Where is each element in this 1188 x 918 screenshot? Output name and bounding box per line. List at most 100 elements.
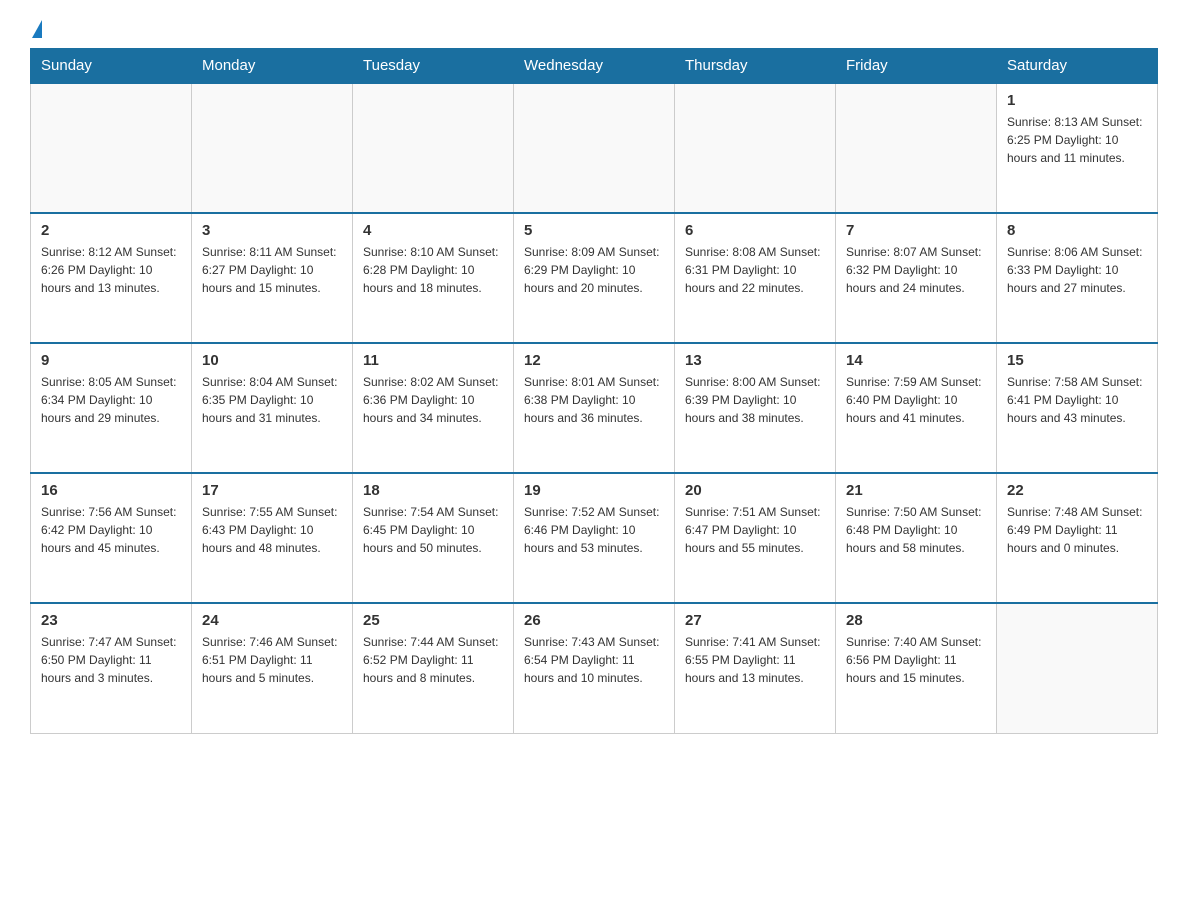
day-info: Sunrise: 8:09 AM Sunset: 6:29 PM Dayligh… bbox=[524, 243, 664, 297]
day-number: 23 bbox=[41, 612, 181, 629]
calendar-table: SundayMondayTuesdayWednesdayThursdayFrid… bbox=[30, 48, 1158, 734]
day-info: Sunrise: 8:07 AM Sunset: 6:32 PM Dayligh… bbox=[846, 243, 986, 297]
day-info: Sunrise: 7:52 AM Sunset: 6:46 PM Dayligh… bbox=[524, 503, 664, 557]
calendar-cell: 21 Sunrise: 7:50 AM Sunset: 6:48 PM Dayli… bbox=[836, 473, 997, 603]
day-info: Sunrise: 8:05 AM Sunset: 6:34 PM Dayligh… bbox=[41, 373, 181, 427]
week-row-4: 16 Sunrise: 7:56 AM Sunset: 6:42 PM Dayli… bbox=[31, 473, 1158, 603]
day-number: 17 bbox=[202, 482, 342, 499]
weekday-header-thursday: Thursday bbox=[675, 49, 836, 84]
day-number: 21 bbox=[846, 482, 986, 499]
day-number: 9 bbox=[41, 352, 181, 369]
week-row-1: 1 Sunrise: 8:13 AM Sunset: 6:25 PM Daylig… bbox=[31, 83, 1158, 213]
day-info: Sunrise: 7:46 AM Sunset: 6:51 PM Dayligh… bbox=[202, 633, 342, 687]
day-number: 26 bbox=[524, 612, 664, 629]
calendar-cell: 8 Sunrise: 8:06 AM Sunset: 6:33 PM Daylig… bbox=[997, 213, 1158, 343]
calendar-cell: 18 Sunrise: 7:54 AM Sunset: 6:45 PM Dayli… bbox=[353, 473, 514, 603]
weekday-header-tuesday: Tuesday bbox=[353, 49, 514, 84]
weekday-header-monday: Monday bbox=[192, 49, 353, 84]
calendar-cell: 9 Sunrise: 8:05 AM Sunset: 6:34 PM Daylig… bbox=[31, 343, 192, 473]
day-info: Sunrise: 7:56 AM Sunset: 6:42 PM Dayligh… bbox=[41, 503, 181, 557]
calendar-cell bbox=[675, 83, 836, 213]
day-number: 12 bbox=[524, 352, 664, 369]
day-info: Sunrise: 8:10 AM Sunset: 6:28 PM Dayligh… bbox=[363, 243, 503, 297]
day-info: Sunrise: 8:11 AM Sunset: 6:27 PM Dayligh… bbox=[202, 243, 342, 297]
calendar-cell: 24 Sunrise: 7:46 AM Sunset: 6:51 PM Dayli… bbox=[192, 603, 353, 733]
calendar-cell: 23 Sunrise: 7:47 AM Sunset: 6:50 PM Dayli… bbox=[31, 603, 192, 733]
day-number: 4 bbox=[363, 222, 503, 239]
calendar-cell bbox=[997, 603, 1158, 733]
day-info: Sunrise: 8:08 AM Sunset: 6:31 PM Dayligh… bbox=[685, 243, 825, 297]
calendar-cell: 22 Sunrise: 7:48 AM Sunset: 6:49 PM Dayli… bbox=[997, 473, 1158, 603]
weekday-header-saturday: Saturday bbox=[997, 49, 1158, 84]
day-number: 19 bbox=[524, 482, 664, 499]
day-number: 13 bbox=[685, 352, 825, 369]
day-info: Sunrise: 7:43 AM Sunset: 6:54 PM Dayligh… bbox=[524, 633, 664, 687]
day-info: Sunrise: 8:02 AM Sunset: 6:36 PM Dayligh… bbox=[363, 373, 503, 427]
day-info: Sunrise: 7:50 AM Sunset: 6:48 PM Dayligh… bbox=[846, 503, 986, 557]
calendar-cell bbox=[353, 83, 514, 213]
day-number: 27 bbox=[685, 612, 825, 629]
day-info: Sunrise: 7:48 AM Sunset: 6:49 PM Dayligh… bbox=[1007, 503, 1147, 557]
day-number: 2 bbox=[41, 222, 181, 239]
day-info: Sunrise: 8:04 AM Sunset: 6:35 PM Dayligh… bbox=[202, 373, 342, 427]
calendar-cell: 11 Sunrise: 8:02 AM Sunset: 6:36 PM Dayli… bbox=[353, 343, 514, 473]
day-info: Sunrise: 7:59 AM Sunset: 6:40 PM Dayligh… bbox=[846, 373, 986, 427]
calendar-cell: 6 Sunrise: 8:08 AM Sunset: 6:31 PM Daylig… bbox=[675, 213, 836, 343]
calendar-cell: 15 Sunrise: 7:58 AM Sunset: 6:41 PM Dayli… bbox=[997, 343, 1158, 473]
calendar-cell: 26 Sunrise: 7:43 AM Sunset: 6:54 PM Dayli… bbox=[514, 603, 675, 733]
day-info: Sunrise: 7:41 AM Sunset: 6:55 PM Dayligh… bbox=[685, 633, 825, 687]
day-info: Sunrise: 7:44 AM Sunset: 6:52 PM Dayligh… bbox=[363, 633, 503, 687]
week-row-5: 23 Sunrise: 7:47 AM Sunset: 6:50 PM Dayli… bbox=[31, 603, 1158, 733]
day-info: Sunrise: 8:13 AM Sunset: 6:25 PM Dayligh… bbox=[1007, 113, 1147, 167]
page-header bbox=[30, 20, 1158, 38]
day-number: 3 bbox=[202, 222, 342, 239]
calendar-cell: 12 Sunrise: 8:01 AM Sunset: 6:38 PM Dayli… bbox=[514, 343, 675, 473]
day-number: 20 bbox=[685, 482, 825, 499]
day-number: 10 bbox=[202, 352, 342, 369]
day-number: 6 bbox=[685, 222, 825, 239]
week-row-3: 9 Sunrise: 8:05 AM Sunset: 6:34 PM Daylig… bbox=[31, 343, 1158, 473]
calendar-cell bbox=[192, 83, 353, 213]
day-info: Sunrise: 8:01 AM Sunset: 6:38 PM Dayligh… bbox=[524, 373, 664, 427]
calendar-cell bbox=[514, 83, 675, 213]
day-number: 22 bbox=[1007, 482, 1147, 499]
day-info: Sunrise: 8:06 AM Sunset: 6:33 PM Dayligh… bbox=[1007, 243, 1147, 297]
day-number: 7 bbox=[846, 222, 986, 239]
day-info: Sunrise: 7:55 AM Sunset: 6:43 PM Dayligh… bbox=[202, 503, 342, 557]
day-number: 24 bbox=[202, 612, 342, 629]
logo bbox=[30, 20, 42, 38]
day-number: 5 bbox=[524, 222, 664, 239]
day-number: 28 bbox=[846, 612, 986, 629]
weekday-header-wednesday: Wednesday bbox=[514, 49, 675, 84]
calendar-cell: 1 Sunrise: 8:13 AM Sunset: 6:25 PM Daylig… bbox=[997, 83, 1158, 213]
calendar-cell: 14 Sunrise: 7:59 AM Sunset: 6:40 PM Dayli… bbox=[836, 343, 997, 473]
calendar-cell: 17 Sunrise: 7:55 AM Sunset: 6:43 PM Dayli… bbox=[192, 473, 353, 603]
day-number: 16 bbox=[41, 482, 181, 499]
calendar-cell: 16 Sunrise: 7:56 AM Sunset: 6:42 PM Dayli… bbox=[31, 473, 192, 603]
day-info: Sunrise: 7:54 AM Sunset: 6:45 PM Dayligh… bbox=[363, 503, 503, 557]
day-number: 25 bbox=[363, 612, 503, 629]
calendar-cell: 20Sunrise: 7:51 AM Sunset: 6:47 PM Dayli… bbox=[675, 473, 836, 603]
day-number: 18 bbox=[363, 482, 503, 499]
weekday-header-row: SundayMondayTuesdayWednesdayThursdayFrid… bbox=[31, 49, 1158, 84]
day-info: Sunrise: 7:47 AM Sunset: 6:50 PM Dayligh… bbox=[41, 633, 181, 687]
day-info: Sunrise: 8:12 AM Sunset: 6:26 PM Dayligh… bbox=[41, 243, 181, 297]
logo-triangle-icon bbox=[32, 20, 42, 38]
calendar-cell: 2 Sunrise: 8:12 AM Sunset: 6:26 PM Daylig… bbox=[31, 213, 192, 343]
calendar-cell: 5 Sunrise: 8:09 AM Sunset: 6:29 PM Daylig… bbox=[514, 213, 675, 343]
calendar-cell: 4 Sunrise: 8:10 AM Sunset: 6:28 PM Daylig… bbox=[353, 213, 514, 343]
calendar-cell: 25 Sunrise: 7:44 AM Sunset: 6:52 PM Dayli… bbox=[353, 603, 514, 733]
day-number: 15 bbox=[1007, 352, 1147, 369]
day-info: Sunrise: 8:00 AM Sunset: 6:39 PM Dayligh… bbox=[685, 373, 825, 427]
calendar-cell: 3 Sunrise: 8:11 AM Sunset: 6:27 PM Daylig… bbox=[192, 213, 353, 343]
calendar-cell bbox=[836, 83, 997, 213]
day-number: 11 bbox=[363, 352, 503, 369]
day-number: 14 bbox=[846, 352, 986, 369]
calendar-cell: 10 Sunrise: 8:04 AM Sunset: 6:35 PM Dayli… bbox=[192, 343, 353, 473]
day-info: Sunrise: 7:58 AM Sunset: 6:41 PM Dayligh… bbox=[1007, 373, 1147, 427]
day-number: 1 bbox=[1007, 92, 1147, 109]
day-number: 8 bbox=[1007, 222, 1147, 239]
calendar-cell: 13 Sunrise: 8:00 AM Sunset: 6:39 PM Dayli… bbox=[675, 343, 836, 473]
weekday-header-friday: Friday bbox=[836, 49, 997, 84]
day-info: Sunrise: 7:40 AM Sunset: 6:56 PM Dayligh… bbox=[846, 633, 986, 687]
